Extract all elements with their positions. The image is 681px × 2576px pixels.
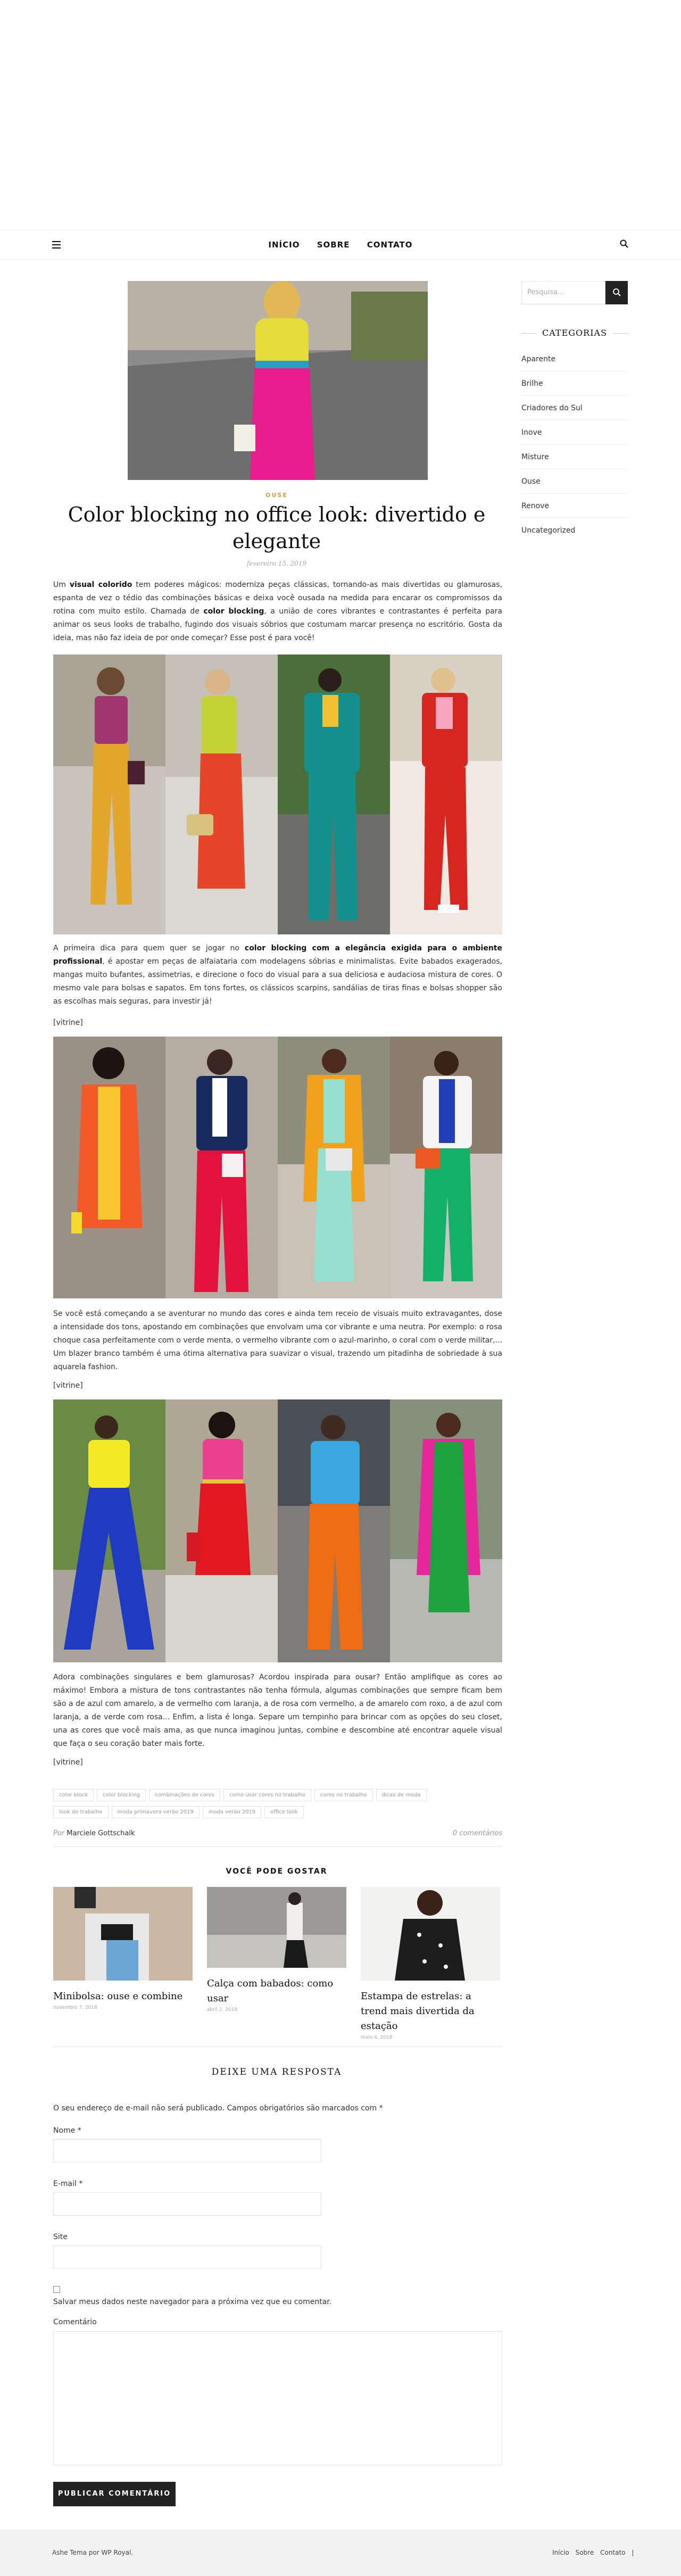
author-prefix: Por: [53, 1829, 65, 1837]
comment-textarea[interactable]: [53, 2331, 502, 2465]
sidebar-item-criadores-do-sul[interactable]: Criadores do Sul: [521, 396, 628, 420]
vitrine-shortcode: [vitrine]: [53, 1381, 83, 1390]
text: , é apostar em peças de alfaiataria com …: [53, 957, 502, 1006]
look-image[interactable]: [278, 1399, 390, 1662]
nav-item-inicio[interactable]: INÍCIO: [268, 240, 300, 250]
look-image[interactable]: [278, 655, 390, 934]
related-date: maio 4, 2018: [361, 2035, 393, 2040]
related-date: novembro 7, 2018: [53, 2005, 97, 2010]
tag-link[interactable]: moda verão 2019: [202, 1806, 262, 1818]
comments-count[interactable]: 0 comentários: [436, 1829, 502, 1837]
tag-link[interactable]: cores no trabalho: [314, 1789, 373, 1801]
author-link[interactable]: Marciele Gottschalk: [67, 1829, 135, 1837]
sidebar-item-ouse[interactable]: Ouse: [521, 469, 628, 494]
related-thumbnail[interactable]: [53, 1887, 193, 1981]
bold-text: color blocking: [203, 607, 264, 616]
site-field[interactable]: [53, 2246, 321, 2269]
form-note: O seu endereço de e-mail não será public…: [53, 2104, 383, 2113]
look-image[interactable]: [390, 1037, 502, 1298]
footer-link-sobre[interactable]: Sobre: [576, 2549, 594, 2556]
footer-separator: |: [632, 2549, 634, 2556]
related-post[interactable]: Minibolsa: ouse e combine novembro 7, 20…: [53, 1887, 193, 2010]
featured-image[interactable]: [128, 281, 428, 480]
top-navigation: INÍCIO SOBRE CONTATO: [0, 230, 681, 260]
footer-link-inicio[interactable]: Início: [552, 2549, 569, 2556]
image-gallery: [53, 1037, 502, 1298]
look-image[interactable]: [278, 1037, 390, 1298]
vitrine-shortcode: [vitrine]: [53, 1758, 83, 1767]
email-label: E-mail *: [53, 2180, 83, 2188]
post-paragraph: A primeira dica para quem quer se jogar …: [53, 942, 502, 1008]
save-data-label: Salvar meus dados neste navegador para a…: [53, 2298, 332, 2306]
look-image[interactable]: [390, 1399, 502, 1662]
footer-link-contato[interactable]: Contato: [600, 2549, 625, 2556]
related-post[interactable]: Estampa de estrelas: a trend mais divert…: [361, 1887, 500, 2040]
submit-comment-button[interactable]: PUBLICAR COMENTÁRIO: [53, 2482, 176, 2506]
look-image[interactable]: [53, 1399, 165, 1662]
post-paragraph: Um visual colorido tem poderes mágicos: …: [53, 578, 502, 645]
related-title[interactable]: Estampa de estrelas: a trend mais divert…: [361, 1989, 500, 2034]
look-image[interactable]: [165, 655, 278, 934]
image-gallery: [53, 655, 502, 934]
look-image[interactable]: [165, 1037, 278, 1298]
footer: Ashe Tema por WP Royal. Início Sobre Con…: [0, 2530, 681, 2576]
footer-credit[interactable]: Ashe Tema por WP Royal.: [52, 2549, 133, 2556]
vitrine-shortcode: [vitrine]: [53, 1018, 83, 1027]
related-post[interactable]: Calça com babados: como usar abril 2, 20…: [207, 1887, 346, 2012]
search-icon: [613, 288, 621, 296]
bold-text: visual colorido: [69, 581, 132, 589]
tag-link[interactable]: office look: [264, 1806, 304, 1818]
footer-links: Início Sobre Contato |: [548, 2549, 634, 2556]
name-field[interactable]: [53, 2139, 321, 2163]
tag-link[interactable]: color block: [53, 1789, 94, 1801]
tag-link[interactable]: color blocking: [97, 1789, 146, 1801]
site-label: Site: [53, 2233, 68, 2241]
sidebar-item-aparente[interactable]: Aparente: [521, 347, 628, 371]
tag-link[interactable]: look de trabalho: [53, 1806, 109, 1818]
email-field[interactable]: [53, 2192, 321, 2216]
save-data-checkbox[interactable]: [53, 2286, 60, 2293]
comment-label: Comentário: [53, 2318, 97, 2326]
related-thumbnail[interactable]: [207, 1887, 346, 1968]
sidebar-search-input[interactable]: Pesquisa...: [521, 281, 605, 304]
post-paragraph: Se você está começando a se aventurar no…: [53, 1310, 502, 1371]
related-title[interactable]: Calça com babados: como usar: [207, 1976, 346, 2006]
related-thumbnail[interactable]: [361, 1887, 500, 1981]
related-heading: VOCÊ PODE GOSTAR: [226, 1867, 328, 1876]
main-menu: INÍCIO SOBRE CONTATO: [0, 240, 681, 250]
post-author: Por Marciele Gottschalk: [53, 1829, 135, 1837]
reply-heading: DEIXE UMA RESPOSTA: [211, 2067, 342, 2077]
sidebar-categories-heading: CATEGORIAS: [521, 328, 628, 338]
post-title: Color blocking no office look: divertido…: [68, 503, 486, 553]
related-title[interactable]: Minibolsa: ouse e combine: [53, 1989, 193, 2004]
tag-link[interactable]: dicas de moda: [376, 1789, 427, 1801]
text: Um: [53, 581, 70, 589]
related-date: abril 2, 2018: [207, 2007, 238, 2012]
look-image[interactable]: [390, 655, 502, 934]
post-category[interactable]: OUSE: [0, 492, 553, 499]
look-image[interactable]: [53, 655, 165, 934]
sidebar-search-button[interactable]: [605, 281, 628, 304]
search-icon[interactable]: [620, 239, 628, 248]
tag-link[interactable]: como usar cores no trabalho: [223, 1789, 311, 1801]
divider: [53, 1846, 502, 1847]
name-label: Nome *: [53, 2126, 81, 2135]
post-tags: color block color blocking combinações de …: [53, 1788, 502, 1823]
look-image[interactable]: [53, 1037, 165, 1298]
sidebar-categories-list: Aparente Brilhe Criadores do Sul Inove M…: [521, 347, 628, 543]
sidebar-item-inove[interactable]: Inove: [521, 420, 628, 445]
sidebar-item-renove[interactable]: Renove: [521, 494, 628, 518]
post-date: fevereiro 15, 2019: [246, 560, 307, 567]
post-paragraph: Adora combinações singulares e bem glamu…: [53, 1673, 502, 1748]
sidebar-item-brilhe[interactable]: Brilhe: [521, 371, 628, 396]
look-image[interactable]: [165, 1399, 278, 1662]
sidebar-item-uncategorized[interactable]: Uncategorized: [521, 518, 628, 543]
tag-link[interactable]: combinações de cores: [149, 1789, 220, 1801]
nav-item-sobre[interactable]: SOBRE: [317, 240, 350, 250]
nav-item-contato[interactable]: CONTATO: [367, 240, 413, 250]
text: A primeira dica para quem quer se jogar …: [53, 944, 245, 952]
image-gallery: [53, 1399, 502, 1662]
tag-link[interactable]: moda primavera verão 2019: [111, 1806, 200, 1818]
sidebar-item-misture[interactable]: Misture: [521, 445, 628, 469]
